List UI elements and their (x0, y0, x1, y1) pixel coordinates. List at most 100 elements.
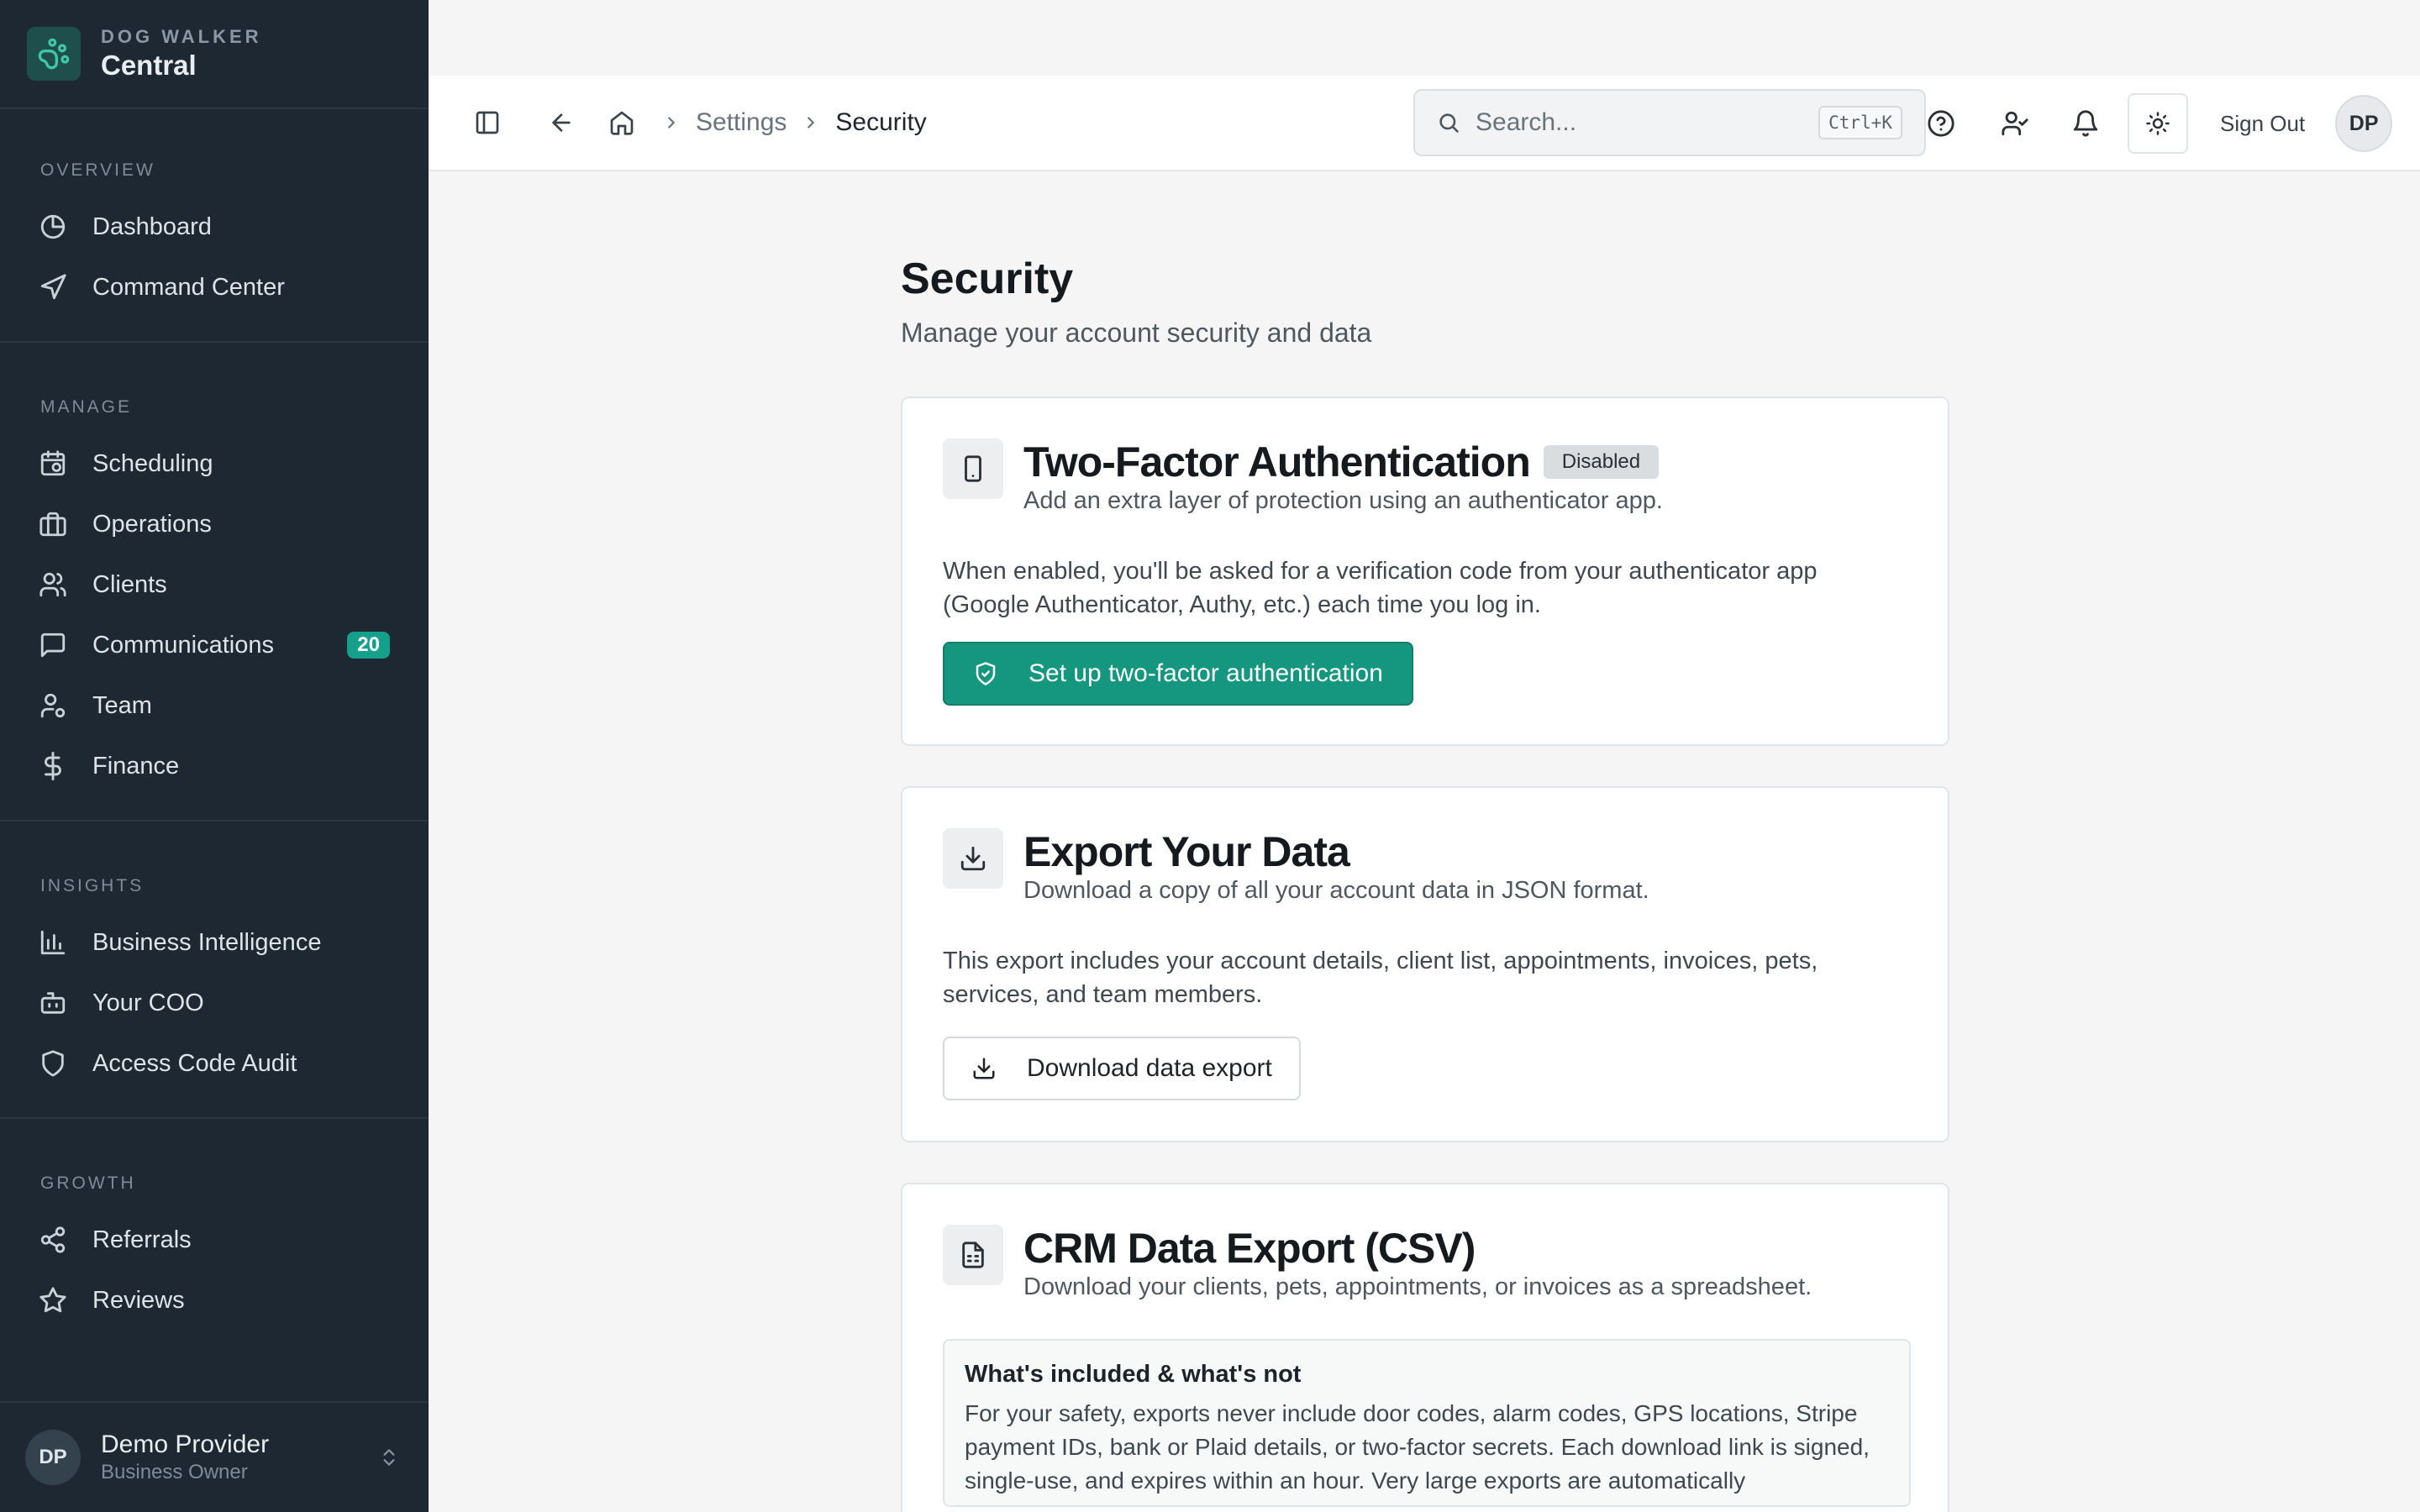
sidebar-item-label: Access Code Audit (92, 1049, 297, 1077)
shield-icon (42, 1050, 64, 1077)
user-cog-icon (40, 693, 66, 718)
user-check-button[interactable] (1990, 98, 2040, 149)
search-shortcut-hint: Ctrl+K (1818, 106, 1902, 139)
setup-2fa-button[interactable]: Set up two-factor authentication (943, 642, 1413, 706)
crm-export-info-box: What's included & what's not For your sa… (943, 1339, 1911, 1507)
bot-icon (40, 992, 66, 1014)
button-label: Download data export (1027, 1054, 1272, 1082)
avatar: DP (25, 1430, 81, 1485)
brand-subtitle: DOG WALKER (101, 26, 262, 47)
toggle-sidebar-button[interactable] (462, 97, 513, 148)
sidebar-item-label: Business Intelligence (92, 928, 322, 956)
top-bar-actions: Sign Out DP (1916, 76, 2393, 171)
sidebar-item-label: Scheduling (92, 449, 213, 477)
sidebar-item-business-intelligence[interactable]: Business Intelligence (25, 912, 403, 973)
search-box[interactable]: Ctrl+K (1413, 89, 1926, 156)
sidebar-item-team[interactable]: Team (25, 675, 403, 736)
card-title: Export Your Data (1023, 828, 1350, 875)
sidebar-item-dashboard[interactable]: Dashboard (25, 197, 403, 257)
top-bar: Settings Security Ctrl+K Sign Out DP (429, 76, 2420, 171)
breadcrumb-settings[interactable]: Settings (696, 108, 786, 137)
theme-toggle-button[interactable] (2128, 93, 2188, 154)
sidebar-item-referrals[interactable]: Referrals (25, 1210, 403, 1270)
card-title: Two-Factor Authentication (1023, 438, 1531, 486)
nav-section-manage: MANAGE Scheduling Operations Clients Com… (0, 341, 429, 820)
paw-logo-icon (27, 27, 81, 81)
brand-name: Central (101, 50, 197, 81)
user-name: Demo Provider (101, 1431, 270, 1458)
sidebar-item-clients[interactable]: Clients (25, 554, 403, 615)
sidebar-item-access-code-audit[interactable]: Access Code Audit (25, 1033, 403, 1094)
sidebar: DOG WALKER Central OVERVIEW Dashboard Co… (0, 0, 429, 1512)
user-check-icon (2002, 111, 2028, 136)
back-button[interactable] (536, 97, 587, 148)
sidebar-item-finance[interactable]: Finance (25, 736, 403, 796)
breadcrumb: Settings Security (597, 97, 927, 148)
info-title: What's included & what's not (965, 1361, 1302, 1388)
nav-section-insights: INSIGHTS Business Intelligence Your COO … (0, 820, 429, 1117)
message-square-icon (40, 633, 66, 658)
nav-section-overview: OVERVIEW Dashboard Command Center (0, 109, 429, 341)
file-spreadsheet-icon (943, 1225, 1003, 1285)
unread-count-badge: 20 (347, 632, 390, 659)
sidebar-item-communications[interactable]: Communications 20 (25, 615, 403, 675)
help-button[interactable] (1916, 98, 1966, 149)
home-link[interactable] (597, 97, 647, 148)
sidebar-item-operations[interactable]: Operations (25, 494, 403, 554)
download-export-button[interactable]: Download data export (943, 1037, 1301, 1100)
avatar[interactable]: DP (2335, 95, 2393, 152)
search-input[interactable] (1476, 108, 1778, 137)
search-icon (1439, 113, 1459, 133)
users-icon (39, 572, 66, 597)
home-icon (610, 111, 634, 135)
section-title-growth: GROWTH (40, 1173, 136, 1193)
dollar-sign-icon (45, 752, 61, 780)
chevron-right-icon (668, 117, 675, 129)
sidebar-item-label: Command Center (92, 273, 285, 301)
sidebar-item-label: Reviews (92, 1286, 185, 1314)
export-data-card: Export Your Data Download a copy of all … (901, 786, 1949, 1142)
sidebar-item-scheduling[interactable]: Scheduling (25, 433, 403, 494)
page-title: Security (901, 255, 1074, 303)
nav-section-growth: GROWTH Referrals Reviews (0, 1117, 429, 1331)
bar-chart-icon (40, 930, 66, 955)
user-role: Business Owner (101, 1461, 248, 1483)
section-title-insights: INSIGHTS (40, 876, 145, 895)
panel-left-icon (476, 111, 499, 134)
sidebar-item-label: Your COO (92, 989, 204, 1016)
bell-icon (2073, 110, 2098, 137)
briefcase-icon (39, 512, 66, 537)
download-icon (943, 828, 1003, 889)
card-description: Add an extra layer of protection using a… (1023, 487, 1663, 514)
sidebar-item-label: Finance (92, 752, 180, 780)
page-subtitle: Manage your account security and data (901, 318, 1372, 348)
section-title-overview: OVERVIEW (40, 160, 155, 180)
export-data-explanation: This export includes your account detail… (943, 948, 1818, 1008)
status-badge: Disabled (1543, 445, 1660, 479)
star-icon (39, 1287, 66, 1313)
two-factor-explanation: When enabled, you'll be asked for a veri… (943, 558, 1818, 618)
sidebar-item-reviews[interactable]: Reviews (25, 1270, 403, 1331)
button-label: Set up two-factor authentication (1028, 659, 1383, 687)
sun-icon (2146, 112, 2170, 135)
smartphone-icon (943, 438, 1003, 499)
two-factor-card: Two-Factor Authentication Disabled Add a… (901, 396, 1949, 746)
sidebar-item-label: Operations (92, 510, 212, 538)
info-text: For your safety, exports never include d… (965, 1400, 1870, 1494)
sidebar-item-your-coo[interactable]: Your COO (25, 973, 403, 1033)
user-menu[interactable]: DP Demo Provider Business Owner (0, 1401, 429, 1512)
arrow-left-icon (552, 113, 571, 132)
brand[interactable]: DOG WALKER Central (0, 0, 429, 109)
card-title: CRM Data Export (CSV) (1023, 1225, 1476, 1272)
sidebar-item-label: Team (92, 691, 152, 719)
pie-chart-icon (40, 214, 66, 239)
chevron-right-icon (808, 117, 815, 129)
crm-export-card: CRM Data Export (CSV) Download your clie… (901, 1183, 1949, 1512)
sign-out-button[interactable]: Sign Out (2220, 111, 2305, 137)
shield-check-icon (976, 662, 996, 685)
card-description: Download a copy of all your account data… (1023, 877, 1649, 904)
section-title-manage: MANAGE (40, 397, 133, 417)
sidebar-item-command-center[interactable]: Command Center (25, 257, 403, 318)
notifications-button[interactable] (2060, 98, 2111, 149)
sidebar-item-label: Dashboard (92, 213, 212, 240)
